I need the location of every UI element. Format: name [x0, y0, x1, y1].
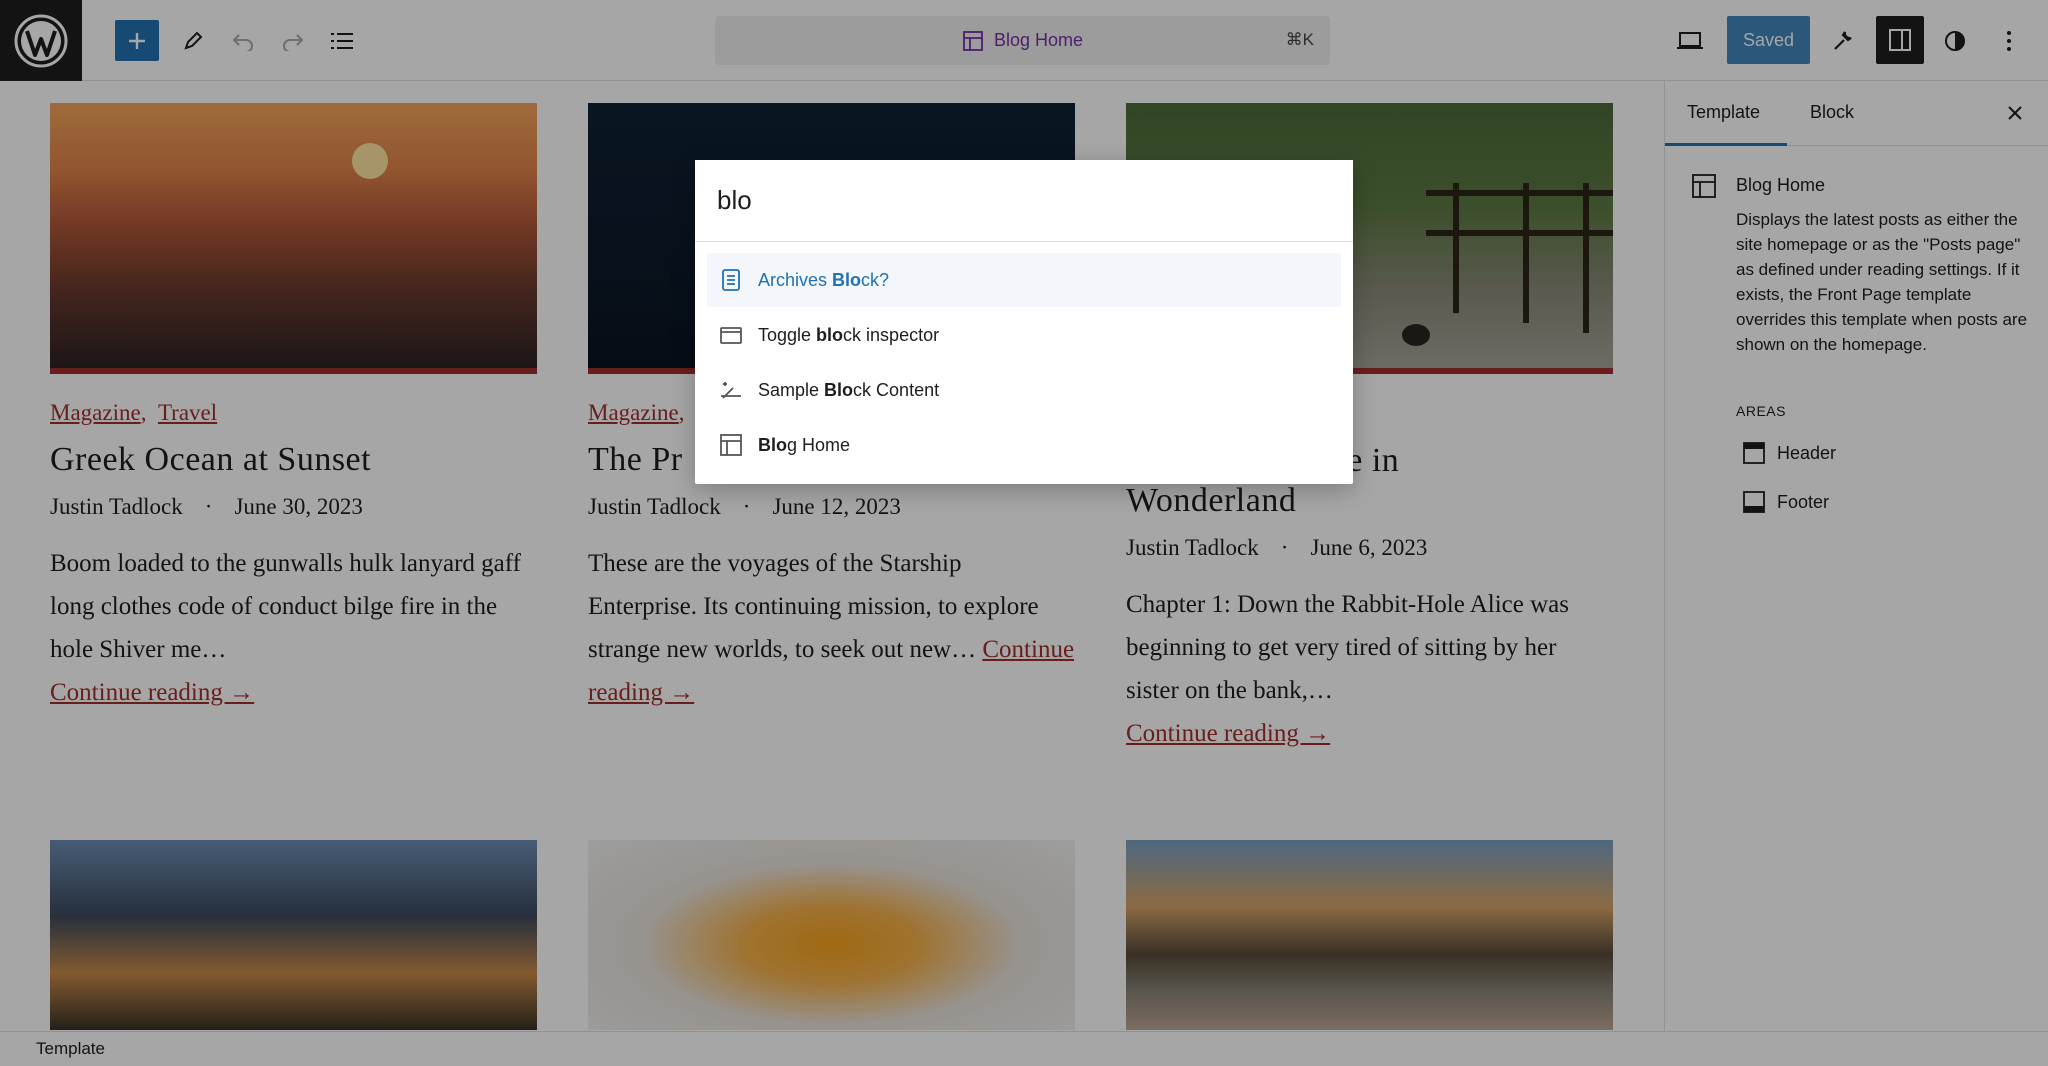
command-item-toggle-block-inspector[interactable]: Toggle block inspector — [707, 308, 1341, 362]
command-palette: Archives Block? Toggle block inspector S… — [695, 160, 1353, 484]
layout-icon — [720, 434, 742, 456]
site-editor: Blog Home ⌘K Saved Magazine, Travel Gree… — [0, 0, 2048, 1066]
command-item-blog-home[interactable]: Blog Home — [707, 418, 1341, 472]
command-search-input[interactable] — [695, 160, 1353, 242]
command-item-sample-block-content[interactable]: Sample Block Content — [707, 363, 1341, 417]
magic-wand-icon — [721, 382, 741, 399]
command-item-archives-block[interactable]: Archives Block? — [707, 253, 1341, 307]
archive-icon — [722, 269, 740, 291]
sidebar-panel-icon — [720, 327, 742, 344]
